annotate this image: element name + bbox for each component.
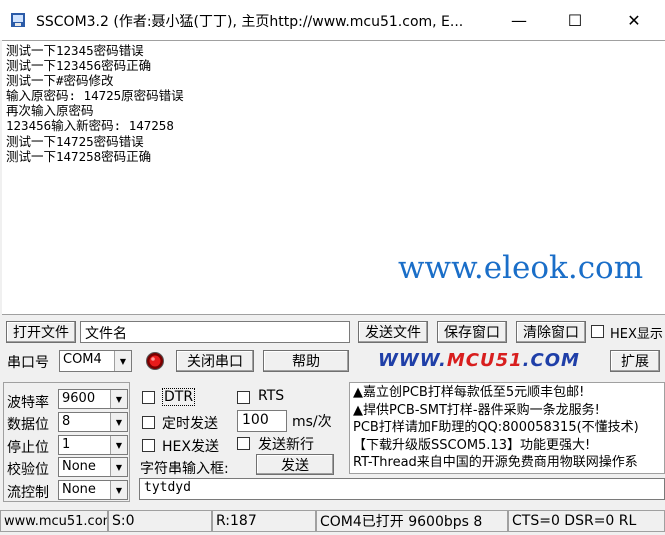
filename-field[interactable]: 文件名 [80, 321, 350, 343]
maximize-button[interactable]: ☐ [546, 0, 604, 40]
app-icon [11, 13, 25, 27]
ad-link[interactable]: PCB打样请加F助理的QQ:800058315(不懂技术) [353, 419, 661, 437]
receive-line: 123456输入新密码: 147258 [6, 118, 174, 134]
chevron-down-icon: ▼ [110, 390, 127, 408]
port-select[interactable]: COM4 ▼ [59, 350, 132, 372]
interval-unit-label: ms/次 [292, 414, 332, 430]
send-button[interactable]: 发送 [256, 454, 334, 475]
data-bits-select[interactable]: 8 ▼ [58, 412, 128, 432]
stop-bits-label: 停止位 [7, 440, 49, 456]
receive-line: 测试一下#密码修改 [6, 73, 114, 89]
send-file-button[interactable]: 发送文件 [358, 321, 428, 343]
flow-control-select[interactable]: None ▼ [58, 480, 128, 500]
save-window-button[interactable]: 保存窗口 [437, 321, 507, 343]
rts-label: RTS [258, 388, 285, 404]
ad-panel: ▲嘉立创PCB打样每款低至5元顺丰包邮! ▲捍供PCB-SMT打样-器件采购一条… [349, 382, 665, 474]
status-site[interactable]: www.mcu51.com [0, 510, 108, 532]
dtr-label: DTR [162, 388, 196, 406]
receive-line: 测试一下147258密码正确 [6, 148, 152, 164]
parity-label: 校验位 [7, 462, 49, 478]
string-input-label: 字符串输入框: [140, 461, 229, 477]
baud-select[interactable]: 9600 ▼ [58, 389, 128, 409]
rts-checkbox[interactable] [237, 391, 250, 404]
port-select-value: COM4 [63, 352, 102, 367]
close-button[interactable]: ✕ [605, 0, 663, 40]
mcu51-logo[interactable]: WWW.MCU51.COM [378, 350, 580, 371]
logo-suffix: .COM [522, 350, 580, 371]
stop-bits-value: 1 [62, 437, 71, 452]
data-bits-value: 8 [62, 414, 71, 429]
status-sent-count: S:0 [108, 510, 212, 532]
hex-send-checkbox[interactable] [142, 439, 155, 452]
window-title: SSCOM3.2 (作者:聂小猛(丁丁), 主页http://www.mcu51… [36, 14, 464, 30]
chevron-down-icon: ▼ [110, 413, 127, 431]
ad-link[interactable]: 【下载升级版SSCOM5.13】功能更强大! [353, 437, 661, 455]
send-text-input[interactable]: tytdyd [139, 478, 665, 500]
receive-line: 测试一下14725密码错误 [6, 133, 144, 149]
watermark-text: www.eleok.com [398, 250, 644, 286]
clear-window-button[interactable]: 清除窗口 [516, 321, 586, 343]
chevron-down-icon: ▼ [110, 458, 127, 476]
hex-display-label: HEX显示 [610, 327, 663, 342]
port-label: 串口号 [7, 355, 49, 371]
timed-send-checkbox[interactable] [142, 416, 155, 429]
stop-bits-select[interactable]: 1 ▼ [58, 435, 128, 455]
status-port-state: COM4已打开 9600bps 8 [316, 510, 508, 532]
dtr-checkbox[interactable] [142, 391, 155, 404]
chevron-down-icon: ▼ [110, 436, 127, 454]
parity-value: None [62, 459, 96, 474]
receive-line: 再次输入原密码 [6, 103, 94, 119]
ad-link[interactable]: RT-Thread来自中国的开源免费商用物联网操作系 [353, 454, 661, 472]
chevron-down-icon: ▼ [110, 481, 127, 499]
logo-prefix: WWW. [378, 350, 447, 371]
close-port-button[interactable]: 关闭串口 [176, 350, 254, 372]
open-file-button[interactable]: 打开文件 [6, 321, 76, 343]
help-button[interactable]: 帮助 [263, 350, 349, 372]
ad-link[interactable]: ▲嘉立创PCB打样每款低至5元顺丰包邮! [353, 384, 661, 402]
logo-brand: MCU51 [446, 350, 523, 371]
timed-send-label: 定时发送 [162, 416, 218, 432]
status-bar: www.mcu51.com S:0 R:187 COM4已打开 9600bps … [0, 508, 665, 535]
title-bar: SSCOM3.2 (作者:聂小猛(丁丁), 主页http://www.mcu51… [0, 0, 665, 40]
expand-button[interactable]: 扩展 [610, 350, 660, 372]
send-newline-checkbox[interactable] [237, 437, 250, 450]
baud-value: 9600 [62, 391, 96, 406]
send-newline-label: 发送新行 [258, 437, 314, 453]
flow-control-label: 流控制 [7, 485, 49, 501]
port-status-indicator-icon [146, 352, 164, 370]
status-received-count: R:187 [212, 510, 316, 532]
parity-select[interactable]: None ▼ [58, 457, 128, 477]
data-bits-label: 数据位 [7, 417, 49, 433]
chevron-down-icon: ▼ [114, 351, 131, 371]
interval-input[interactable]: 100 [237, 410, 287, 432]
flow-control-value: None [62, 482, 96, 497]
receive-line: 测试一下123456密码正确 [6, 58, 152, 74]
hex-display-checkbox[interactable] [591, 325, 604, 338]
hex-send-label: HEX发送 [162, 439, 219, 455]
ad-link[interactable]: ▲捍供PCB-SMT打样-器件采购一条龙服务! [353, 402, 661, 420]
status-signals: CTS=0 DSR=0 RL [508, 510, 665, 532]
receive-line: 输入原密码: 14725原密码错误 [6, 88, 184, 104]
receive-line: 测试一下12345密码错误 [6, 43, 144, 58]
minimize-button[interactable]: — [490, 0, 548, 40]
baud-label: 波特率 [7, 395, 49, 411]
